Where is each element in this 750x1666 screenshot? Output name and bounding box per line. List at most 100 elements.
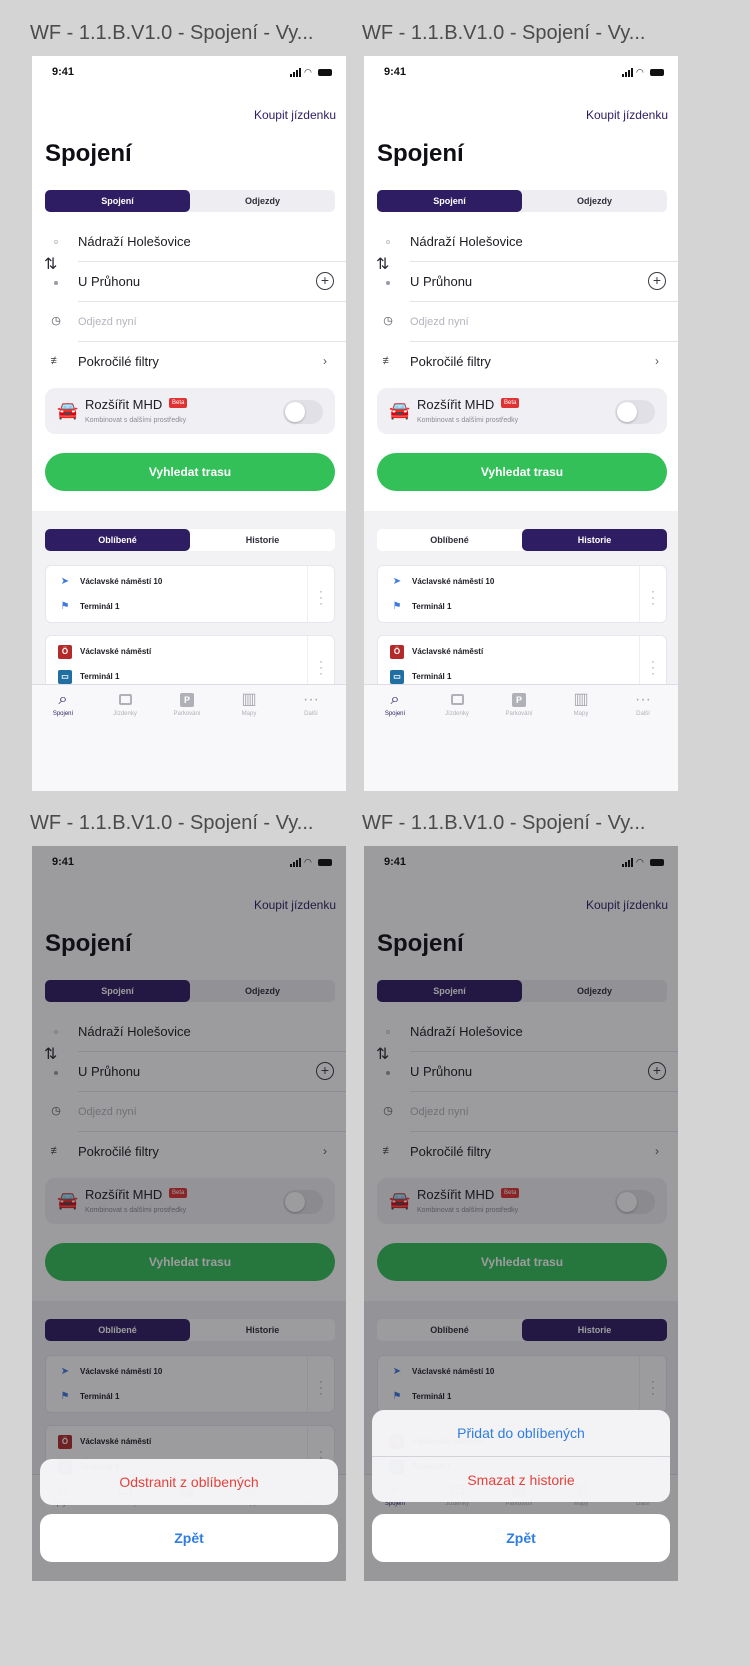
action-sheet: Odstranit z oblíbených bbox=[40, 1459, 338, 1505]
status-bar: 9:41 ◠ bbox=[364, 56, 678, 90]
to-value: U Průhonu bbox=[410, 274, 473, 289]
mode-tabs: Spojení Odjezdy bbox=[377, 190, 667, 212]
flag-icon: ⚑ bbox=[392, 601, 402, 612]
more-vertical-icon[interactable]: ··· bbox=[317, 655, 325, 679]
tabbar-item-parkovani[interactable]: P Parkování bbox=[156, 689, 218, 729]
mhd-toggle[interactable] bbox=[615, 400, 655, 424]
tabbar-item-parkovani[interactable]: P Parkování bbox=[488, 689, 550, 729]
frame-history: WF - 1.1.B.V1.0 - Spojení - Vy... 9:41 ◠… bbox=[362, 18, 689, 791]
car-icon: 🚘 bbox=[57, 401, 79, 420]
departure-placeholder: Odjezd nyní bbox=[78, 316, 137, 328]
tabbar-label: Další bbox=[304, 711, 318, 717]
tab-favorites[interactable]: Oblíbené bbox=[377, 529, 522, 551]
filter-icon: ≢ bbox=[50, 355, 62, 367]
tabbar-label: Jízdenky bbox=[113, 711, 137, 717]
advanced-filters-row[interactable]: ≢ Pokročilé filtry › bbox=[364, 342, 678, 382]
status-time: 9:41 bbox=[52, 66, 75, 78]
tabbar-item-spojeni[interactable]: ⌕ Spojení bbox=[32, 689, 94, 729]
mhd-subtitle: Kombinovat s dalšími prostředky bbox=[417, 417, 519, 424]
departure-field[interactable]: ◷ Odjezd nyní bbox=[364, 302, 678, 342]
to-field[interactable]: U Průhonu + bbox=[32, 262, 346, 302]
chevron-right-icon: › bbox=[323, 354, 327, 368]
add-to-favorites-button[interactable]: Přidat do oblíbených bbox=[372, 1410, 670, 1456]
mhd-toggle[interactable] bbox=[283, 400, 323, 424]
frame-favorites-actions: WF - 1.1.B.V1.0 - Spojení - Vy... 9:41 ◠… bbox=[30, 808, 357, 1581]
tabbar-label: Spojení bbox=[384, 711, 406, 717]
more-vertical-icon[interactable]: ··· bbox=[649, 585, 657, 609]
filters-label: Pokročilé filtry bbox=[78, 354, 159, 369]
wifi-icon: ◠ bbox=[304, 67, 312, 77]
from-field[interactable]: Nádraží Holešovice bbox=[364, 222, 678, 262]
back-button[interactable]: Zpět bbox=[372, 1514, 670, 1562]
tabbar-item-jizdenky[interactable]: Jízdenky bbox=[426, 689, 488, 729]
list-item[interactable]: ➤ Václavské náměstí 10 ⚑ Terminál 1 · · · bbox=[377, 565, 667, 623]
battery-icon bbox=[650, 69, 664, 76]
remove-from-favorites-button[interactable]: Odstranit z oblíbených bbox=[40, 1459, 338, 1505]
map-icon: ▥ bbox=[573, 691, 589, 708]
item-destination: Terminál 1 bbox=[80, 602, 120, 611]
add-stop-icon[interactable]: + bbox=[648, 272, 666, 290]
advanced-filters-row[interactable]: ≢ Pokročilé filtry › bbox=[32, 342, 346, 382]
tabbar-item-spojeni[interactable]: ⌕ Spojení bbox=[364, 689, 426, 729]
tabbar-item-dalsi[interactable]: ··· Další bbox=[612, 689, 674, 729]
frame-title: WF - 1.1.B.V1.0 - Spojení - Vy... bbox=[362, 812, 646, 834]
tab-history[interactable]: Historie bbox=[190, 529, 335, 551]
parking-icon: P bbox=[156, 689, 218, 711]
tabbar-label: Jízdenky bbox=[445, 711, 469, 717]
to-field[interactable]: U Průhonu + bbox=[364, 262, 678, 302]
mhd-title: Rozšířit MHD bbox=[417, 397, 495, 412]
search-icon: ⌕ bbox=[58, 691, 68, 708]
search-route-button[interactable]: Vyhledat trasu bbox=[377, 453, 667, 491]
page-title: Spojení bbox=[45, 140, 132, 167]
tabbar-item-dalsi[interactable]: ··· Další bbox=[280, 689, 342, 729]
mhd-subtitle: Kombinovat s dalšími prostředky bbox=[85, 417, 187, 424]
chevron-right-icon: › bbox=[655, 354, 659, 368]
more-vertical-icon[interactable]: ··· bbox=[649, 655, 657, 679]
more-icon: ··· bbox=[635, 691, 651, 708]
tab-odjezdy[interactable]: Odjezdy bbox=[190, 190, 335, 212]
frame-history-actions: WF - 1.1.B.V1.0 - Spojení - Vy... 9:41 ◠… bbox=[362, 808, 689, 1581]
to-value: U Průhonu bbox=[78, 274, 141, 289]
list-item[interactable]: ➤ Václavské náměstí 10 ⚑ Terminál 1 · · · bbox=[45, 565, 335, 623]
bus-stop-icon: ▭ bbox=[390, 670, 404, 684]
signal-icon bbox=[622, 74, 624, 77]
beta-badge: Beta bbox=[169, 398, 188, 408]
tabbar-item-mapy[interactable]: ▥ Mapy bbox=[550, 689, 612, 729]
departure-field[interactable]: ◷ Odjezd nyní bbox=[32, 302, 346, 342]
tab-odjezdy[interactable]: Odjezdy bbox=[522, 190, 667, 212]
tab-history[interactable]: Historie bbox=[522, 529, 667, 551]
item-destination: Terminál 1 bbox=[412, 672, 452, 681]
frame-title: WF - 1.1.B.V1.0 - Spojení - Vy... bbox=[362, 22, 646, 44]
origin-dot-icon bbox=[386, 240, 390, 244]
delete-from-history-button[interactable]: Smazat z historie bbox=[372, 1456, 670, 1502]
system-icons: ◠ bbox=[290, 67, 332, 77]
clock-icon: ◷ bbox=[51, 315, 61, 327]
tabbar-item-mapy[interactable]: ▥ Mapy bbox=[218, 689, 280, 729]
ticket-icon bbox=[426, 689, 488, 711]
buy-ticket-link[interactable]: Koupit jízdenku bbox=[586, 108, 668, 122]
from-field[interactable]: Nádraží Holešovice bbox=[32, 222, 346, 262]
bottom-tab-bar: ⌕ Spojení Jízdenky P Parkování ▥ Mapy ··… bbox=[32, 684, 346, 791]
list-tabs: Oblíbené Historie bbox=[377, 529, 667, 551]
bottom-tab-bar: ⌕ Spojení Jízdenky P Parkování ▥ Mapy ··… bbox=[364, 684, 678, 791]
phone-screen: 9:41 ◠ Koupit jízdenku Spojení Spojení O… bbox=[32, 56, 346, 791]
flag-icon: ⚑ bbox=[60, 601, 70, 612]
item-destination: Terminál 1 bbox=[80, 672, 120, 681]
location-arrow-icon: ➤ bbox=[60, 576, 70, 587]
tab-spojeni[interactable]: Spojení bbox=[45, 190, 190, 212]
search-route-button[interactable]: Vyhledat trasu bbox=[45, 453, 335, 491]
extend-mhd-card: 🚘 Rozšířit MHD Beta Kombinovat s dalšími… bbox=[377, 388, 667, 434]
buy-ticket-link[interactable]: Koupit jízdenku bbox=[254, 108, 336, 122]
metro-icon: Ö bbox=[390, 645, 404, 659]
status-time: 9:41 bbox=[384, 66, 407, 78]
tab-spojeni[interactable]: Spojení bbox=[377, 190, 522, 212]
add-stop-icon[interactable]: + bbox=[316, 272, 334, 290]
back-button[interactable]: Zpět bbox=[40, 1514, 338, 1562]
tab-favorites[interactable]: Oblíbené bbox=[45, 529, 190, 551]
more-vertical-icon[interactable]: ··· bbox=[317, 585, 325, 609]
tabbar-label: Další bbox=[636, 711, 650, 717]
destination-dot-icon bbox=[54, 281, 58, 285]
bus-stop-icon: ▭ bbox=[58, 670, 72, 684]
tabbar-item-jizdenky[interactable]: Jízdenky bbox=[94, 689, 156, 729]
filters-label: Pokročilé filtry bbox=[410, 354, 491, 369]
